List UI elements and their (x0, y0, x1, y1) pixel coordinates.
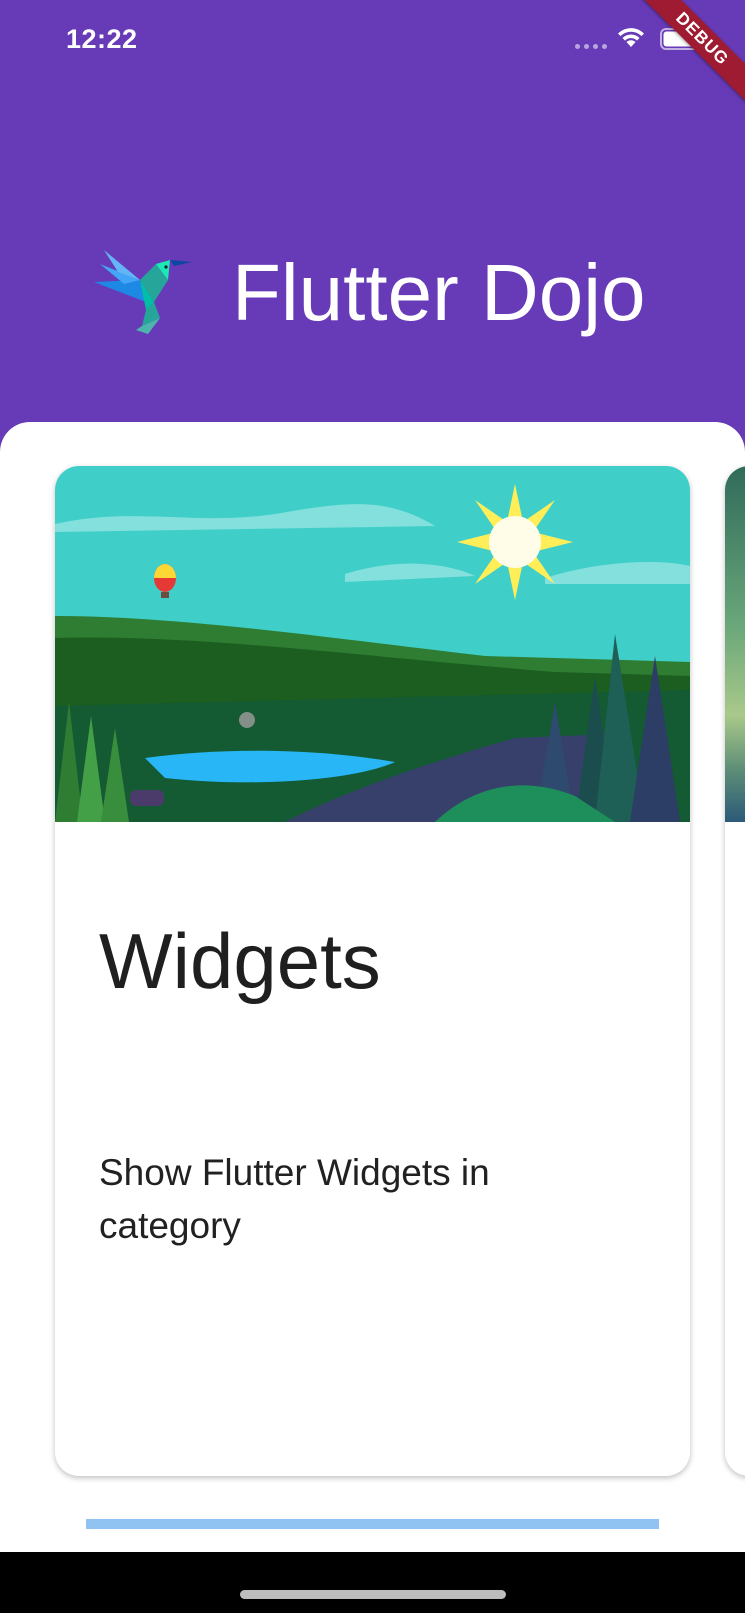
app-screen: 12:22 DEBUG Flutter Dojo Widgets Show Fl… (0, 0, 745, 1613)
hummingbird-icon (94, 250, 192, 334)
next-card-image (725, 466, 745, 822)
next-card-peek[interactable] (725, 466, 745, 1476)
page-indicator (86, 1519, 659, 1529)
debug-banner: DEBUG (632, 0, 745, 109)
bottom-bar (0, 1552, 745, 1613)
widgets-card[interactable]: Widgets Show Flutter Widgets in category (55, 466, 690, 1476)
app-title: Flutter Dojo (232, 248, 646, 337)
landscape-illustration (55, 466, 690, 822)
app-header: 12:22 DEBUG Flutter Dojo (0, 0, 745, 460)
wifi-icon (618, 28, 644, 47)
card-title: Widgets (99, 917, 381, 1005)
status-time: 12:22 (66, 24, 138, 54)
home-indicator[interactable] (240, 1590, 506, 1599)
cellular-signal-icon (575, 44, 607, 49)
content-sheet: Widgets Show Flutter Widgets in category (0, 422, 745, 1552)
card-description: Show Flutter Widgets in category (99, 1152, 490, 1246)
